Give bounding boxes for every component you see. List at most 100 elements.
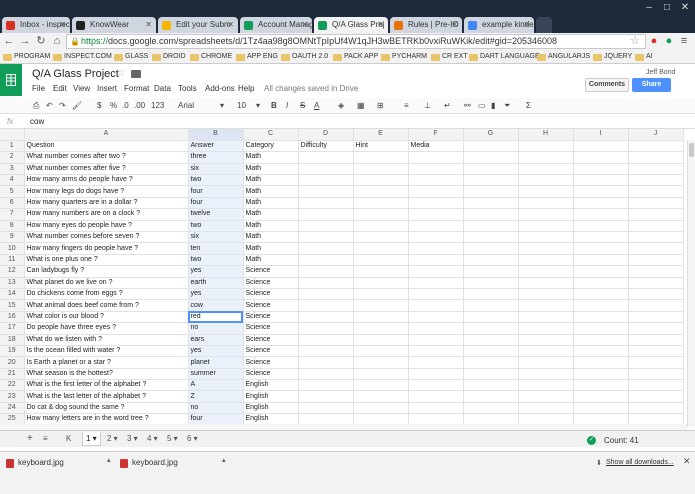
minimize-icon[interactable]: –: [640, 0, 658, 16]
cell[interactable]: [518, 299, 574, 312]
row-header[interactable]: 1: [0, 140, 25, 153]
cell[interactable]: [628, 299, 684, 312]
cell[interactable]: Do chickens come from eggs ?: [24, 288, 189, 301]
menu-tools[interactable]: Tools: [178, 84, 197, 93]
menu-data[interactable]: Data: [154, 84, 171, 93]
cell[interactable]: [408, 197, 464, 210]
cell[interactable]: What is the last letter of the alphabet …: [24, 390, 189, 403]
cell[interactable]: Science: [243, 356, 299, 369]
browser-tab[interactable]: Account Manag ✕: [240, 17, 312, 33]
cell[interactable]: [573, 345, 629, 358]
bookmark-folder[interactable]: CR EXT: [431, 51, 468, 63]
cell[interactable]: [518, 163, 574, 176]
cell[interactable]: [463, 185, 519, 198]
sheet-tab-3[interactable]: 3 ▾: [124, 432, 141, 446]
cell[interactable]: [463, 197, 519, 210]
cell[interactable]: [353, 311, 409, 324]
cell[interactable]: [628, 163, 684, 176]
row-header[interactable]: 10: [0, 242, 25, 255]
cell[interactable]: [408, 151, 464, 164]
cell[interactable]: Science: [243, 288, 299, 301]
cell[interactable]: three: [188, 151, 244, 164]
cell[interactable]: Science: [243, 299, 299, 312]
cell[interactable]: [353, 220, 409, 233]
cell[interactable]: [463, 390, 519, 403]
cell[interactable]: [628, 288, 684, 301]
cell[interactable]: [353, 288, 409, 301]
cell[interactable]: six: [188, 163, 244, 176]
cell[interactable]: [408, 322, 464, 335]
menu-addons[interactable]: Add-ons: [205, 84, 235, 93]
cell[interactable]: Is Earth a planet or a star ?: [24, 356, 189, 369]
cell[interactable]: Z: [188, 390, 244, 403]
cell[interactable]: [573, 174, 629, 187]
cell[interactable]: [628, 368, 684, 381]
cell[interactable]: [518, 220, 574, 233]
cell[interactable]: two: [188, 174, 244, 187]
extension-icon[interactable]: ●: [662, 34, 676, 49]
bookmark-folder[interactable]: PROGRAM: [3, 51, 50, 63]
maximize-icon[interactable]: □: [658, 0, 676, 16]
bookmark-folder[interactable]: AI: [635, 51, 653, 63]
cell[interactable]: [298, 174, 354, 187]
cell[interactable]: [463, 311, 519, 324]
row-header[interactable]: 15: [0, 299, 25, 312]
sheet-tab-1[interactable]: 1 ▾: [82, 432, 101, 446]
cell[interactable]: [408, 288, 464, 301]
cell[interactable]: [408, 242, 464, 255]
wrap-text-icon[interactable]: ↵: [444, 100, 451, 112]
row-header[interactable]: 2: [0, 151, 25, 164]
cell[interactable]: planet: [188, 356, 244, 369]
bookmark-folder[interactable]: PACK APP: [333, 51, 378, 63]
close-icon[interactable]: ✕: [683, 456, 691, 467]
cell[interactable]: [573, 151, 629, 164]
cell[interactable]: [353, 254, 409, 267]
cell[interactable]: [408, 254, 464, 267]
cell[interactable]: [408, 231, 464, 244]
link-icon[interactable]: ⚯: [464, 100, 471, 112]
cell[interactable]: two: [188, 254, 244, 267]
column-header-a[interactable]: A: [24, 129, 189, 141]
prev-sheets-button[interactable]: K: [63, 432, 74, 446]
cell[interactable]: [463, 322, 519, 335]
paint-format-icon[interactable]: 🖌: [72, 100, 82, 112]
bookmark-folder[interactable]: PYCHARM: [381, 51, 427, 63]
cell[interactable]: [518, 231, 574, 244]
cell[interactable]: [628, 220, 684, 233]
user-name[interactable]: Jeff Bond: [646, 69, 675, 76]
cell[interactable]: English: [243, 379, 299, 392]
cell[interactable]: [353, 322, 409, 335]
cell[interactable]: [408, 220, 464, 233]
cell[interactable]: [298, 265, 354, 278]
add-sheet-icon[interactable]: +: [24, 432, 36, 446]
cell[interactable]: [573, 265, 629, 278]
close-icon[interactable]: ✕: [145, 17, 152, 33]
cell[interactable]: [573, 242, 629, 255]
menu-view[interactable]: View: [73, 84, 90, 93]
cell[interactable]: Is the ocean filled with water ?: [24, 345, 189, 358]
cell[interactable]: [298, 163, 354, 176]
cell[interactable]: [353, 368, 409, 381]
row-header[interactable]: 18: [0, 334, 25, 346]
column-header-i[interactable]: I: [573, 129, 629, 141]
row-header[interactable]: 20: [0, 356, 25, 369]
sheets-logo-icon[interactable]: [0, 64, 22, 96]
scrollbar-thumb[interactable]: [689, 143, 694, 157]
row-header[interactable]: 11: [0, 254, 25, 267]
text-color-button[interactable]: A: [314, 100, 319, 112]
column-header-h[interactable]: H: [518, 129, 574, 141]
cell[interactable]: [518, 322, 574, 335]
decrease-decimal-button[interactable]: .0: [122, 100, 129, 112]
print-icon[interactable]: ⎙: [33, 100, 39, 112]
cell[interactable]: [518, 402, 574, 415]
row-header[interactable]: 5: [0, 185, 25, 198]
cell[interactable]: [573, 220, 629, 233]
bookmark-folder[interactable]: GLASS: [114, 51, 148, 63]
cell[interactable]: [463, 299, 519, 312]
cell[interactable]: Do people have three eyes ?: [24, 322, 189, 335]
row-header[interactable]: 19: [0, 345, 25, 358]
cell[interactable]: What number comes after five ?: [24, 163, 189, 176]
cell[interactable]: [463, 277, 519, 289]
cell[interactable]: [298, 208, 354, 221]
cell[interactable]: [628, 265, 684, 278]
